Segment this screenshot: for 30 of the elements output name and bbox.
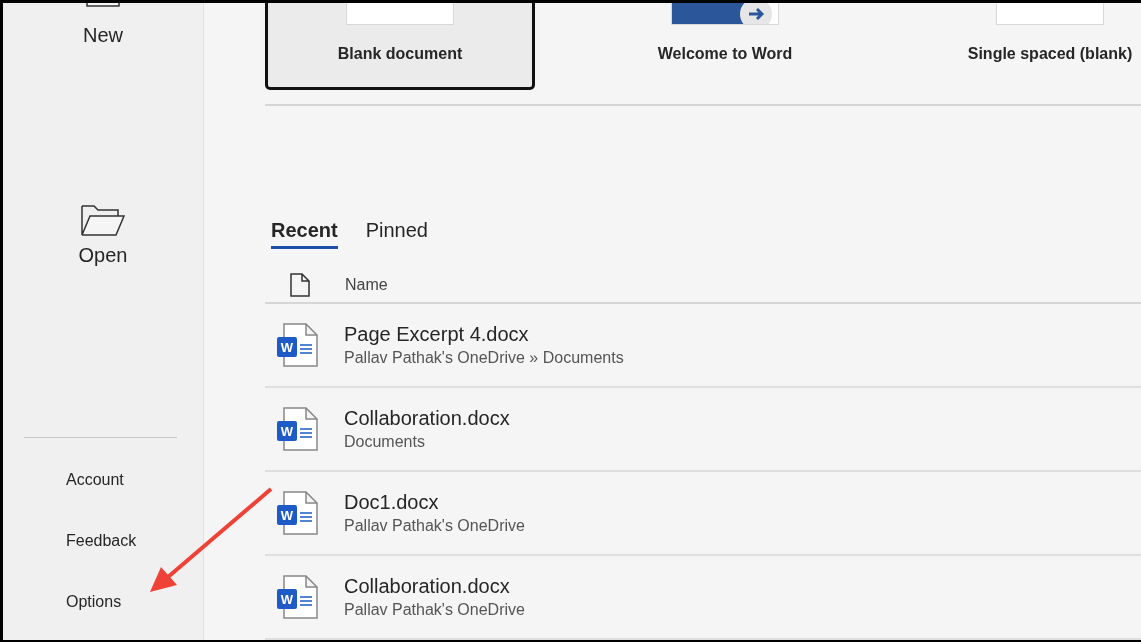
file-location: Pallav Pathak's OneDrive [344,601,525,619]
file-location: Pallav Pathak's OneDrive » Documents [344,349,624,367]
file-name: Collaboration.docx [344,575,511,598]
sidebar-link[interactable]: Feedback [3,510,203,571]
folder-icon [80,204,126,238]
nav-item[interactable]: New [3,3,203,47]
recent-file-row[interactable]: W Collaboration.docx Documents [265,388,1141,472]
recent-file-row[interactable]: W Doc1.docx Pallav Pathak's OneDrive [265,472,1141,556]
column-header[interactable]: Name [345,275,388,294]
sidebar-link[interactable]: Account [3,449,203,510]
file-location: Documents [344,433,426,451]
file-name: Collaboration.docx [344,407,510,430]
template-label: Blank document [337,45,463,63]
template-card[interactable]: Single spaced (blank) [915,3,1141,90]
template-card[interactable]: Welcome to Word [590,3,860,90]
file-name: Page Excerpt 4.docx [344,323,530,346]
recent-file-row[interactable]: W Page Excerpt 4.docx Pallav Pathak's OneDrive » Documents [265,304,1141,388]
file-icon [290,272,310,297]
template-card[interactable]: Blank document [265,3,535,90]
tab[interactable]: Pinned [365,219,428,249]
tab[interactable]: Recent [271,219,338,249]
nav-label: New [83,24,123,47]
file-location: Pallav Pathak's OneDrive [344,517,525,535]
file-name: Doc1.docx [344,491,440,514]
recent-file-row[interactable]: W Collaboration.docx Pallav Pathak's OneDrive [265,556,1141,640]
template-label: Welcome to Word [657,45,793,63]
nav-item[interactable]: Open [3,47,203,267]
sidebar-link[interactable]: Options [3,571,203,632]
nav-label: Open [78,244,128,267]
template-label: Single spaced (blank) [967,45,1133,63]
